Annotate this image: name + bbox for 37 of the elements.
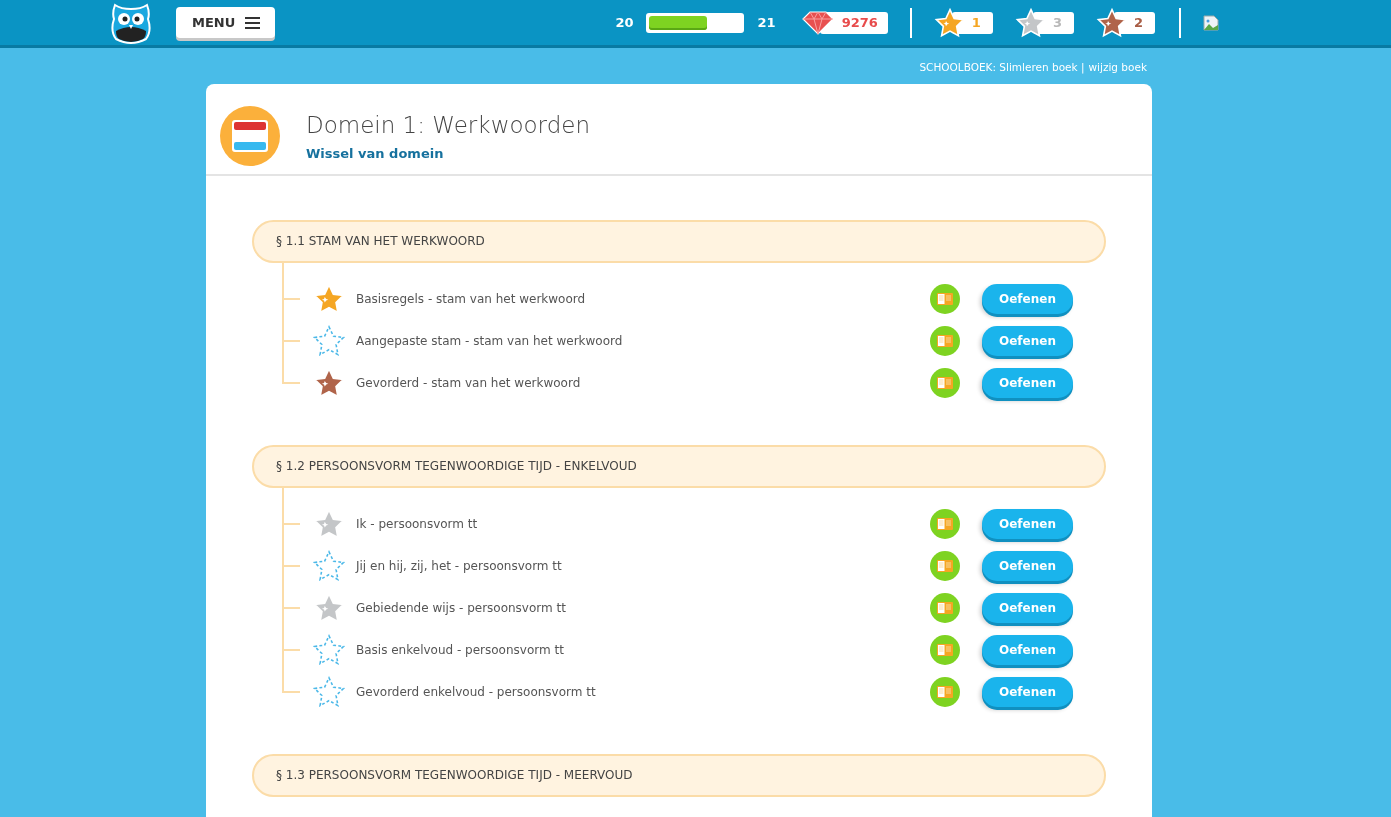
practice-button[interactable]: Oefenen <box>982 284 1073 314</box>
practice-button[interactable]: Oefenen <box>982 326 1073 356</box>
book-icon[interactable] <box>930 368 960 398</box>
practice-button[interactable]: Oefenen <box>982 551 1073 581</box>
practice-button[interactable]: Oefenen <box>982 593 1073 623</box>
book-icon[interactable] <box>930 593 960 623</box>
practice-button[interactable]: Oefenen <box>982 509 1073 539</box>
owl-logo-icon[interactable] <box>110 0 152 45</box>
book-icon[interactable] <box>930 284 960 314</box>
menu-icon <box>245 16 261 29</box>
lesson-name: Gevorderd - stam van het werkwoord <box>356 376 582 390</box>
change-book-link[interactable]: wijzig boek <box>1088 61 1147 71</box>
lesson-name: Ik - persoonsvorm tt <box>356 517 479 531</box>
section-header: § 1.3 PERSOONSVORM TEGENWOORDIGE TIJD - MEERVOUD <box>252 754 1106 797</box>
section-header: § 1.2 PERSOONSVORM TEGENWOORDIGE TIJD - ENKELVOUD <box>252 445 1106 488</box>
book-icon[interactable] <box>930 635 960 665</box>
book-icon[interactable] <box>930 677 960 707</box>
lesson-name: Jij en hij, zij, het - persoonsvorm tt <box>356 559 563 573</box>
level-number: 21 <box>757 15 776 30</box>
section-header: § 1.1 STAM VAN HET WERKWOORD <box>252 220 1106 263</box>
practice-button[interactable]: Oefenen <box>982 368 1073 398</box>
lesson-name: Basisregels - stam van het werkwoord <box>356 292 587 306</box>
lesson-name: Gevorderd enkelvoud - persoonsvorm tt <box>356 685 597 699</box>
book-icon[interactable] <box>930 551 960 581</box>
menu-button[interactable]: MENU <box>176 7 276 38</box>
book-icon[interactable] <box>930 509 960 539</box>
domain-title: Domein 1: Werkwoorden <box>306 111 590 138</box>
flag-icon <box>220 106 280 166</box>
practice-button[interactable]: Oefenen <box>982 635 1073 665</box>
lesson-name: Aangepaste stam - stam van het werkwoord <box>356 334 624 348</box>
level-number: 20 <box>615 15 634 30</box>
practice-button[interactable]: Oefenen <box>982 677 1073 707</box>
book-icon[interactable] <box>930 326 960 356</box>
lesson-name: Gebiedende wijs - persoonsvorm tt <box>356 601 567 615</box>
switch-domain-link[interactable]: Wissel van domein <box>306 145 590 161</box>
broken-image-icon <box>1203 14 1219 31</box>
lesson-name: Basis enkelvoud - persoonsvorm tt <box>356 643 565 657</box>
